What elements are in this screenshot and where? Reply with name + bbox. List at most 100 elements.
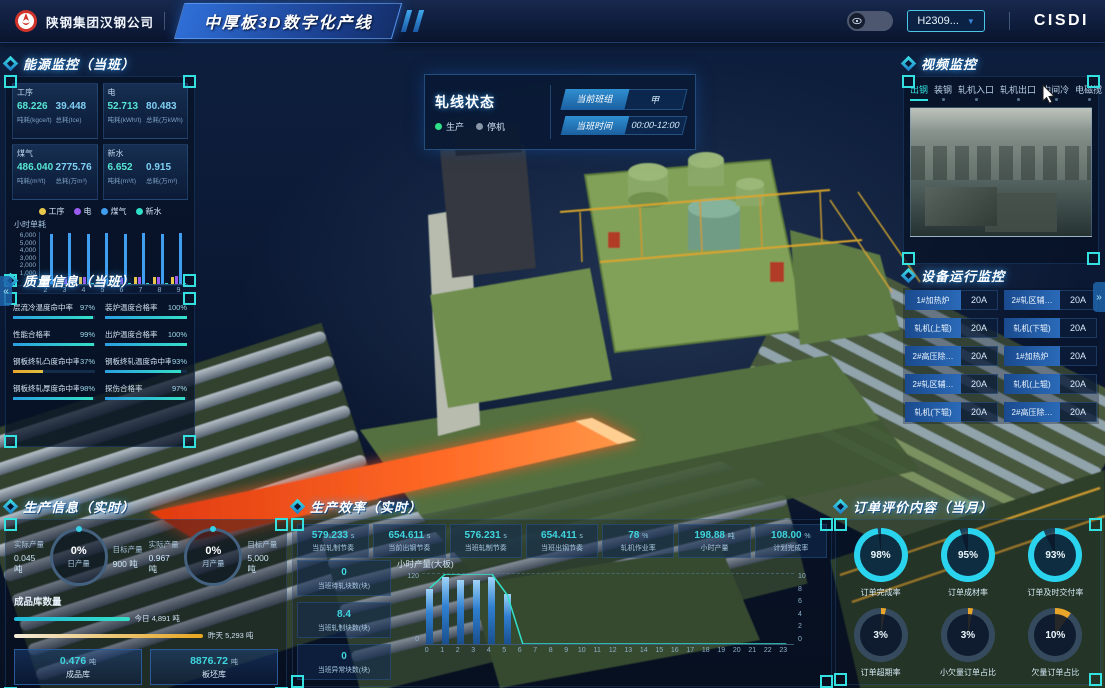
video-tab-1[interactable]: 装钢 <box>934 83 952 101</box>
y-tick: 2 <box>798 623 816 630</box>
y-tick: 2,000 <box>12 262 36 269</box>
line-selector-dropdown[interactable]: H2309... ▼ <box>907 10 985 32</box>
efficiency-stat: 654.411 s 当班出钢节奏 <box>526 524 598 558</box>
device-readout: 1#加热炉 20A <box>905 290 998 310</box>
donut-value: 10% <box>1045 630 1065 641</box>
corner-bracket <box>834 518 847 531</box>
mouse-cursor <box>1042 84 1058 104</box>
corner-bracket <box>183 435 196 448</box>
header-divider <box>1009 12 1010 30</box>
video-tabs: 出钢装钢轧机入口轧机出口中间冷电磁搅 <box>910 83 1092 101</box>
x-tick: 19 <box>714 647 730 654</box>
visibility-toggle[interactable] <box>847 11 893 31</box>
status-field-label: 当前班组 <box>560 89 629 110</box>
corner-bracket <box>183 75 196 88</box>
x-tick: 5 <box>497 647 513 654</box>
stock-card: 8876.72 吨 板坯库 <box>150 649 278 685</box>
stat-label: 当前出钢节奏 <box>388 543 430 553</box>
energy-card: 工序 68.226 吨耗(kgce/t) 39.448 总耗(tce) <box>12 83 98 139</box>
device-value: 20A <box>1060 290 1097 310</box>
quality-bar <box>13 370 95 373</box>
stat-value: 198.88 吨 <box>694 530 734 541</box>
gauge-percent: 0% <box>71 545 87 557</box>
efficiency-side-stat: 0 当班异常块数(块) <box>297 644 391 680</box>
hourly-plot <box>422 573 794 645</box>
quality-bar <box>13 343 95 346</box>
actual-label: 实际产量 <box>14 539 45 550</box>
panel-efficiency-title: 生产效率（实时） <box>310 497 422 516</box>
corner-bracket <box>1087 75 1100 88</box>
stat-value: 654.611 s <box>388 530 430 541</box>
x-tick: 22 <box>760 647 776 654</box>
x-tick: 21 <box>745 647 761 654</box>
x-tick: 13 <box>621 647 637 654</box>
quality-value: 98% <box>80 384 95 393</box>
quality-item: 钢板终轧温度命中率 93% <box>105 356 187 373</box>
donut-value: 95% <box>958 550 978 561</box>
energy-cards: 工序 68.226 吨耗(kgce/t) 39.448 总耗(tce) 电 52… <box>12 83 188 200</box>
stock-card-value: 8876.72 吨 <box>190 655 238 667</box>
corner-bracket <box>902 252 915 265</box>
panel-video: 视频监控 出钢装钢轧机入口轧机出口中间冷电磁搅 <box>903 54 1099 264</box>
device-readout: 轧机(上辊) 20A <box>1004 374 1097 394</box>
eye-icon <box>849 13 865 29</box>
stock-bars: 今日 4,891 吨 昨天 5,293 吨 <box>14 613 278 641</box>
donut-value: 3% <box>873 630 887 641</box>
chevron-down-icon: ▼ <box>967 17 975 26</box>
panel-production: 生产信息（实时） 实际产量 0.045 吨 0% 日产量 目标产量 900 吨 … <box>5 497 287 688</box>
energy-value: 52.713 <box>108 101 145 112</box>
stat-label: 当班轧制节奏 <box>465 543 507 553</box>
legend-item[interactable]: 电 <box>74 206 92 217</box>
corner-bracket <box>275 518 288 531</box>
x-tick: 10 <box>574 647 590 654</box>
video-tab-2[interactable]: 轧机入口 <box>958 83 994 101</box>
device-value: 20A <box>1060 374 1097 394</box>
x-tick: 12 <box>605 647 621 654</box>
panel-line-status: 轧线状态 生产 停机 当前班组 甲 当班时间 00:00-12:00 <box>424 74 696 150</box>
gauge-name: 日产量 <box>67 558 90 569</box>
diamond-icon <box>903 58 914 69</box>
x-tick: 8 <box>543 647 559 654</box>
stock-card-label: 板坯库 <box>202 669 226 680</box>
deco-slash <box>401 10 412 32</box>
device-label: 轧机(上辊) <box>1004 374 1060 394</box>
efficiency-stat: 579.233 s 当前轧制节奏 <box>297 524 369 558</box>
panel-collapse-left[interactable]: « <box>0 276 12 306</box>
donut-value: 3% <box>961 630 975 641</box>
device-readout: 1#加热炉 20A <box>1004 346 1097 366</box>
quality-value: 100% <box>168 330 187 339</box>
target-value: 5,000 吨 <box>247 553 278 575</box>
diamond-icon <box>903 270 914 281</box>
efficiency-side-stats: 0 当班待轧块数(块) 8.4 当班轧制块数(块) 0 当班异常块数(块) <box>293 560 391 680</box>
y-tick: 3,000 <box>12 255 36 262</box>
quality-bar <box>105 370 187 373</box>
efficiency-stat: 654.611 s 当前出钢节奏 <box>373 524 445 558</box>
video-tab-3[interactable]: 轧机出口 <box>1000 83 1036 101</box>
quality-value: 99% <box>80 330 95 339</box>
order-donuts: 98% 订单完成率 95% 订单成材率 93% 订单及时交付率 3% 订单超期率… <box>840 526 1096 678</box>
stat-value: 108.00 % <box>771 530 811 541</box>
y-tick: 120 <box>397 573 419 580</box>
legend-item[interactable]: 工序 <box>39 206 65 217</box>
efficiency-stat: 78 % 轧机作业率 <box>602 524 674 558</box>
energy-unit: 吨耗(kWh/t) <box>108 114 145 124</box>
energy-card-name: 电 <box>108 87 184 98</box>
order-donut: 3% 小欠量订单占比 <box>927 608 1008 678</box>
production-gauge: 实际产量 0.967 吨 0% 月产量 目标产量 5,000 吨 <box>149 528 278 586</box>
device-label: 2#高压除… <box>905 346 961 366</box>
x-tick: 1 <box>435 647 451 654</box>
corner-bracket <box>4 75 17 88</box>
x-tick: 0 <box>419 647 435 654</box>
video-frame[interactable] <box>910 107 1092 237</box>
x-tick: 14 <box>636 647 652 654</box>
order-donut: 98% 订单完成率 <box>840 528 921 598</box>
x-tick: 16 <box>667 647 683 654</box>
legend-item[interactable]: 新水 <box>136 206 162 217</box>
panel-collapse-right[interactable]: » <box>1093 282 1105 312</box>
y-tick: 5,000 <box>12 240 36 247</box>
panel-video-title: 视频监控 <box>921 54 977 73</box>
x-tick: 2 <box>450 647 466 654</box>
legend-item[interactable]: 煤气 <box>101 206 127 217</box>
y-tick: 10 <box>798 573 816 580</box>
x-tick: 20 <box>729 647 745 654</box>
